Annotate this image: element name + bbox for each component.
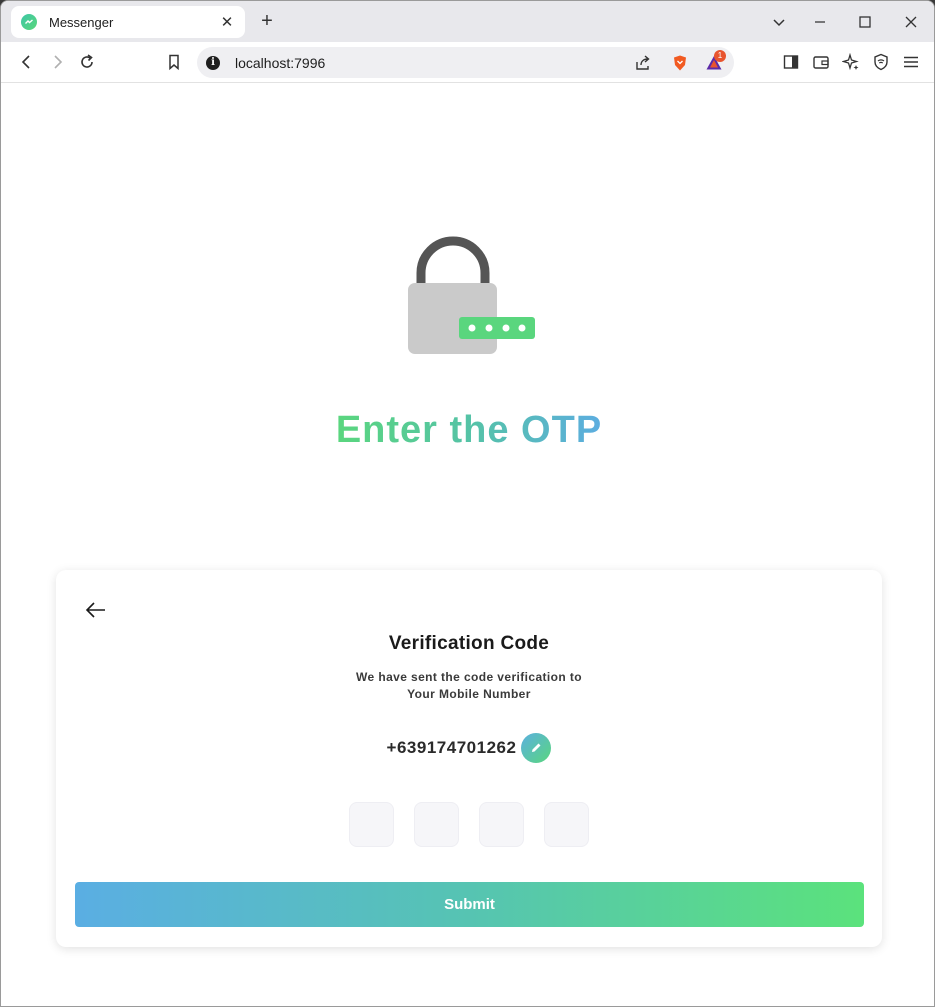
share-icon[interactable] bbox=[633, 53, 653, 73]
vpn-icon[interactable] bbox=[869, 50, 893, 74]
page-title-text: Enter the OTP bbox=[335, 409, 603, 451]
sidebar-icon[interactable] bbox=[779, 50, 803, 74]
close-window-icon[interactable] bbox=[898, 9, 924, 35]
submit-button[interactable]: Submit bbox=[75, 882, 864, 927]
brave-shields-icon[interactable] bbox=[670, 53, 690, 73]
browser-toolbar: i localhost:7996 1 bbox=[1, 42, 934, 83]
phone-row: +639174701262 bbox=[56, 733, 882, 763]
lock-illustration-icon bbox=[404, 235, 544, 360]
otp-digit-2[interactable] bbox=[414, 802, 459, 847]
close-tab-icon[interactable]: ✕ bbox=[219, 13, 235, 31]
otp-digit-4[interactable] bbox=[544, 802, 589, 847]
tab-messenger[interactable]: Messenger ✕ bbox=[11, 6, 245, 38]
page-title: Enter the OTP bbox=[4, 409, 934, 452]
back-nav-icon[interactable] bbox=[15, 50, 39, 74]
maximize-icon[interactable] bbox=[852, 9, 878, 35]
subtitle-line-1: We have sent the code verification to bbox=[356, 670, 582, 684]
otp-digit-1[interactable] bbox=[349, 802, 394, 847]
back-arrow-icon[interactable] bbox=[84, 598, 108, 622]
phone-number: +639174701262 bbox=[386, 738, 517, 757]
reload-icon[interactable] bbox=[75, 50, 99, 74]
tab-search-chevron-icon[interactable] bbox=[766, 9, 792, 35]
tab-title: Messenger bbox=[49, 14, 114, 30]
subtitle-line-2: Your Mobile Number bbox=[407, 687, 531, 701]
pencil-icon bbox=[532, 743, 541, 752]
rewards-badge: 1 bbox=[714, 50, 726, 62]
minimize-icon[interactable] bbox=[807, 9, 833, 35]
page-content: Enter the OTP Verification Code We have … bbox=[4, 83, 934, 1006]
tab-strip: Messenger ✕ + bbox=[1, 1, 934, 42]
browser-window: Messenger ✕ + i localhost:7996 1 Enter t… bbox=[0, 0, 935, 1007]
messenger-favicon-icon bbox=[21, 14, 37, 30]
edit-phone-button[interactable] bbox=[521, 733, 552, 763]
url-text[interactable]: localhost:7996 bbox=[235, 55, 734, 71]
bookmark-icon[interactable] bbox=[162, 50, 186, 74]
otp-digit-3[interactable] bbox=[479, 802, 524, 847]
wallet-icon[interactable] bbox=[809, 50, 833, 74]
menu-icon[interactable] bbox=[899, 50, 923, 74]
site-info-icon[interactable]: i bbox=[206, 55, 220, 70]
forward-nav-icon[interactable] bbox=[45, 50, 69, 74]
leo-ai-icon[interactable] bbox=[839, 50, 863, 74]
new-tab-button[interactable]: + bbox=[257, 11, 277, 31]
brave-rewards-icon[interactable]: 1 bbox=[704, 50, 726, 73]
verification-subtitle: We have sent the code verification to Yo… bbox=[56, 669, 882, 703]
address-bar[interactable]: i localhost:7996 1 bbox=[197, 47, 734, 78]
verification-title: Verification Code bbox=[388, 633, 550, 654]
verification-card: Verification Code We have sent the code … bbox=[56, 570, 882, 947]
otp-inputs bbox=[349, 802, 589, 847]
